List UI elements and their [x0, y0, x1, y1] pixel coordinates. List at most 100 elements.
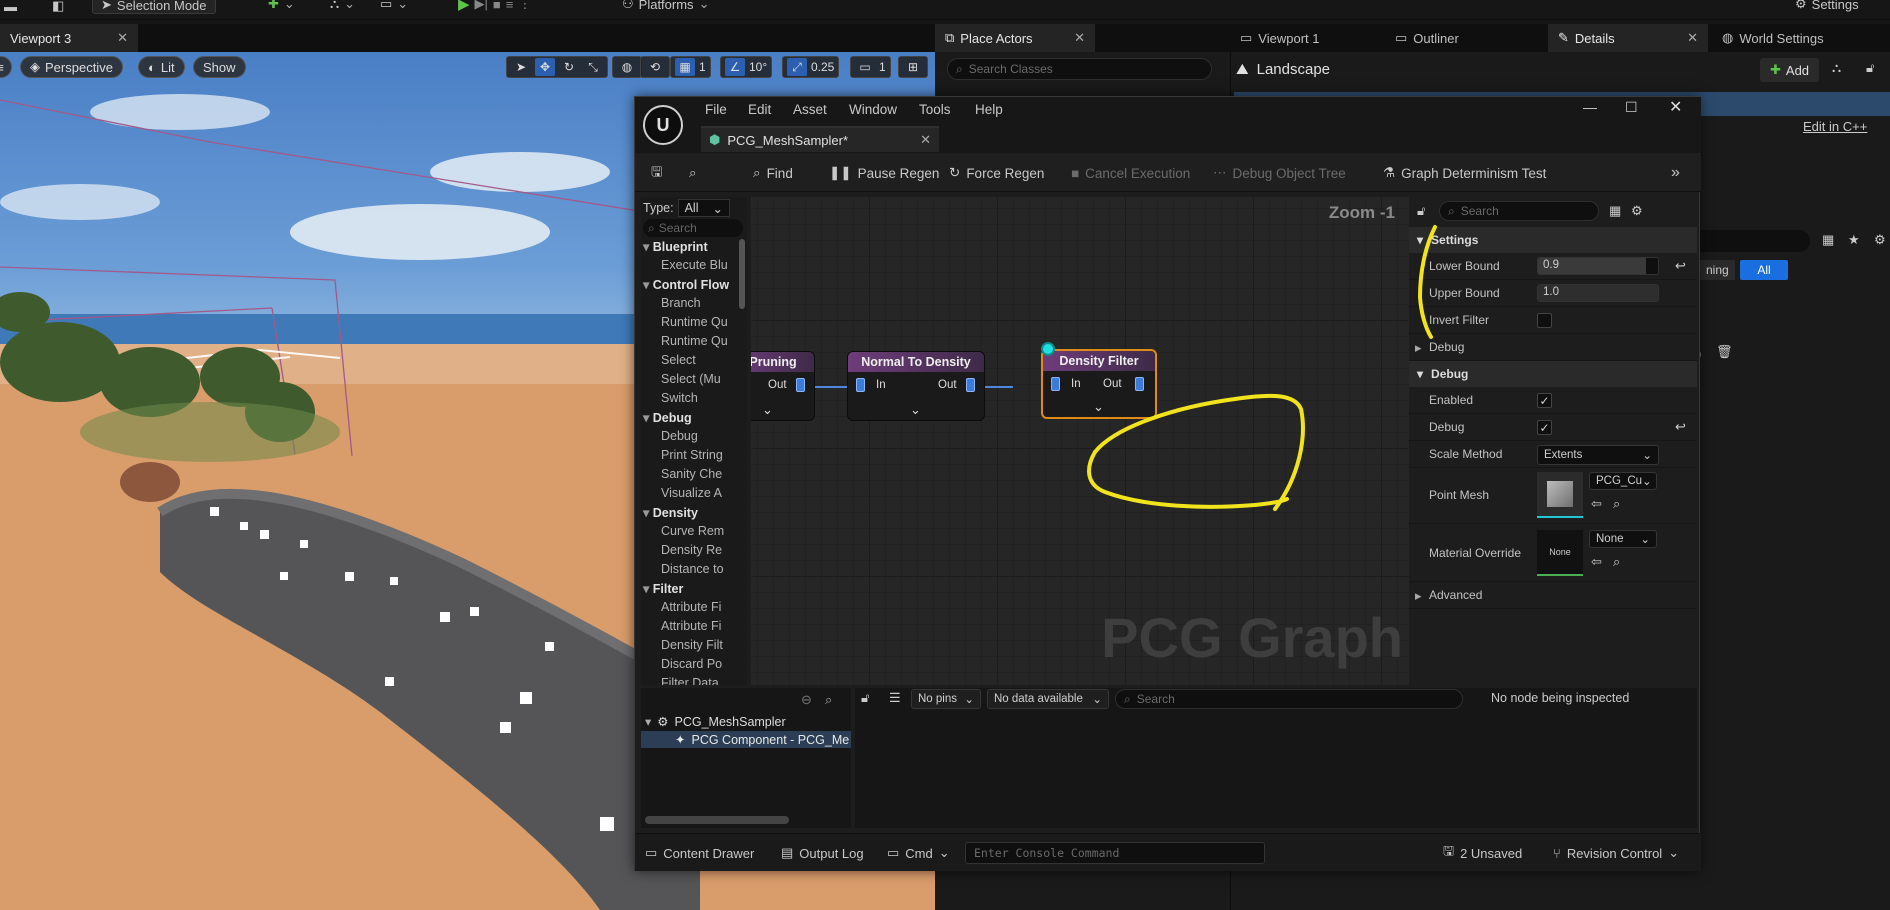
lock-icon[interactable]: 🔓︎	[1417, 203, 1425, 219]
pcg-graph-editor-window[interactable]: U File Edit Asset Window Tools Help — ☐ …	[634, 96, 1701, 872]
point-mesh-combo[interactable]: PCG_Cu ⌄	[1589, 472, 1657, 490]
section-debug[interactable]: ▾ Debug	[1409, 361, 1697, 387]
platforms-button[interactable]: ⚇ Platforms ⌄	[622, 0, 709, 12]
palette-item[interactable]: Select (Mu	[641, 372, 737, 391]
selection-mode-button[interactable]: ➤ Selection Mode	[92, 0, 216, 14]
debug-checkbox[interactable]: ✓	[1537, 420, 1552, 435]
asset-tab[interactable]: ⬢ PCG_MeshSampler* ✕	[701, 126, 939, 152]
find-icon[interactable]: ⌕	[825, 692, 832, 708]
details-search[interactable]	[1690, 230, 1810, 252]
menu-icon[interactable]: ▬	[4, 0, 17, 14]
menu-help[interactable]: Help	[975, 102, 1003, 117]
blueprint-button[interactable]: ⛬ ⌄	[330, 0, 355, 12]
debug-object-tree-button[interactable]: ⋯ Debug Object Tree	[1213, 154, 1346, 192]
back-icon[interactable]: ⊖	[801, 692, 812, 708]
palette-item[interactable]: Print String	[641, 448, 737, 467]
toolbar-overflow-icon[interactable]: »	[1671, 154, 1680, 192]
table-icon[interactable]: ▦	[1822, 232, 1834, 248]
output-log-button[interactable]: ▤ Output Log	[781, 834, 864, 872]
palette-item[interactable]: Discard Po	[641, 657, 737, 676]
palette-search[interactable]: ⌕ Search	[643, 219, 743, 237]
menu-window[interactable]: Window	[849, 102, 897, 117]
play-controls[interactable]: ▶ ▶| ■ ≡ ⋮	[458, 0, 531, 13]
close-icon[interactable]: ✕	[117, 30, 128, 46]
palette-item[interactable]: Execute Blu	[641, 258, 737, 277]
in-pin[interactable]	[856, 378, 865, 392]
palette-category[interactable]: ▾ Filter	[641, 581, 737, 600]
details-search[interactable]: ⌕ Search	[1439, 201, 1599, 221]
palette-item[interactable]: Select	[641, 353, 737, 372]
palette-item[interactable]: Runtime Qu	[641, 315, 737, 334]
palette-item[interactable]: Visualize A	[641, 486, 737, 505]
expand-icon[interactable]: ⌄	[910, 402, 921, 418]
out-pin[interactable]	[1135, 377, 1144, 391]
star-icon[interactable]: ★	[1848, 232, 1860, 248]
tree-child[interactable]: ✦ PCG Component - PCG_Me	[641, 731, 851, 748]
use-selected-icon[interactable]: ⇦	[1591, 554, 1602, 570]
expand-icon[interactable]: ⌄	[1093, 399, 1104, 415]
node-pruning[interactable]: Pruning Out ⌄	[751, 351, 815, 421]
menu-file[interactable]: File	[705, 102, 727, 117]
prop-debug-sub[interactable]: ▸ Debug	[1409, 334, 1697, 361]
unsaved-button[interactable]: 🖫︎ 2 Unsaved	[1443, 834, 1522, 872]
out-pin[interactable]	[796, 378, 805, 392]
invert-filter-checkbox[interactable]	[1537, 313, 1552, 328]
stop-icon[interactable]: ■	[493, 0, 501, 12]
section-settings[interactable]: ▾ Settings	[1409, 227, 1697, 253]
scale-icon[interactable]: ⤡	[583, 58, 603, 76]
enabled-checkbox[interactable]: ✓	[1537, 393, 1552, 408]
use-selected-icon[interactable]: ⇦	[1591, 496, 1602, 512]
rotation-snap-button[interactable]: ∠ 10°	[720, 56, 773, 78]
step-icon[interactable]: ▶|	[475, 0, 488, 12]
prop-advanced[interactable]: ▸ Advanced	[1409, 582, 1697, 609]
palette-item[interactable]: Distance to	[641, 562, 737, 581]
palette-category[interactable]: ▾ Debug	[641, 410, 737, 429]
add-content-button[interactable]: ✚ ⌄	[268, 0, 295, 12]
palette-item[interactable]: Runtime Qu	[641, 334, 737, 353]
save-button[interactable]: 🖫︎	[651, 154, 663, 192]
gear-icon[interactable]: ⚙	[1631, 203, 1643, 219]
select-icon[interactable]: ➤	[511, 58, 531, 76]
inspector-search[interactable]: ⌕ Search	[1115, 689, 1463, 709]
force-regen-button[interactable]: ↻ Force Regen	[949, 154, 1044, 192]
palette-item[interactable]: Attribute Fi	[641, 619, 737, 638]
rotate-icon[interactable]: ↻	[559, 58, 579, 76]
palette-item[interactable]: Debug	[641, 429, 737, 448]
transform-tools[interactable]: ➤ ✥ ↻ ⤡	[506, 56, 608, 78]
trash-icon[interactable]: 🗑︎	[1716, 344, 1733, 360]
pins-combo[interactable]: No pins ⌄	[911, 689, 981, 709]
filter-chip[interactable]: ning	[1700, 260, 1735, 280]
tab-details[interactable]: ✎ Details ✕	[1548, 24, 1708, 52]
grid-snap-button[interactable]: ▦ 1	[670, 56, 711, 78]
palette-item[interactable]: Attribute Fi	[641, 600, 737, 619]
palette-scrollbar[interactable]	[739, 239, 745, 309]
maximize-icon[interactable]: ☐	[1625, 99, 1638, 116]
play-icon[interactable]: ▶	[458, 0, 470, 13]
close-icon[interactable]: ✕	[920, 132, 931, 148]
gear-icon[interactable]: ⚙	[1874, 232, 1886, 248]
cmd-button[interactable]: ▭ Cmd ⌄	[887, 834, 950, 872]
more-icon[interactable]: ⋮	[518, 0, 531, 12]
surface-snap-button[interactable]: ⟲	[640, 56, 670, 78]
node-density-filter[interactable]: Density Filter In Out ⌄	[1041, 349, 1157, 419]
palette-item[interactable]: Density Filt	[641, 638, 737, 657]
menu-asset[interactable]: Asset	[793, 102, 827, 117]
show-button[interactable]: Show	[193, 56, 246, 78]
mesh-thumbnail[interactable]	[1537, 472, 1583, 518]
material-override-combo[interactable]: None ⌄	[1589, 530, 1657, 548]
camera-speed-button[interactable]: ▭ 1	[850, 56, 891, 78]
edit-in-cpp-link[interactable]: Edit in C++	[1803, 119, 1867, 134]
palette-item[interactable]: Switch	[641, 391, 737, 410]
tab-world-settings[interactable]: ◍ World Settings	[1712, 24, 1890, 52]
material-thumbnail[interactable]: None	[1537, 530, 1583, 576]
out-pin[interactable]	[966, 378, 975, 392]
minimize-icon[interactable]: —	[1583, 99, 1597, 115]
palette-item[interactable]: Density Re	[641, 543, 737, 562]
data-combo[interactable]: No data available ⌄	[987, 689, 1109, 709]
menu-tools[interactable]: Tools	[919, 102, 951, 117]
tab-place-actors[interactable]: ⧉ Place Actors ✕	[935, 24, 1095, 52]
graph-canvas[interactable]: Zoom -1 PCG Graph Pruning Out ⌄ Normal T…	[751, 197, 1409, 685]
palette-category[interactable]: ▾ Control Flow	[641, 277, 737, 296]
horizontal-scrollbar[interactable]	[645, 816, 789, 824]
scale-method-combo[interactable]: Extents ⌄	[1537, 445, 1659, 465]
